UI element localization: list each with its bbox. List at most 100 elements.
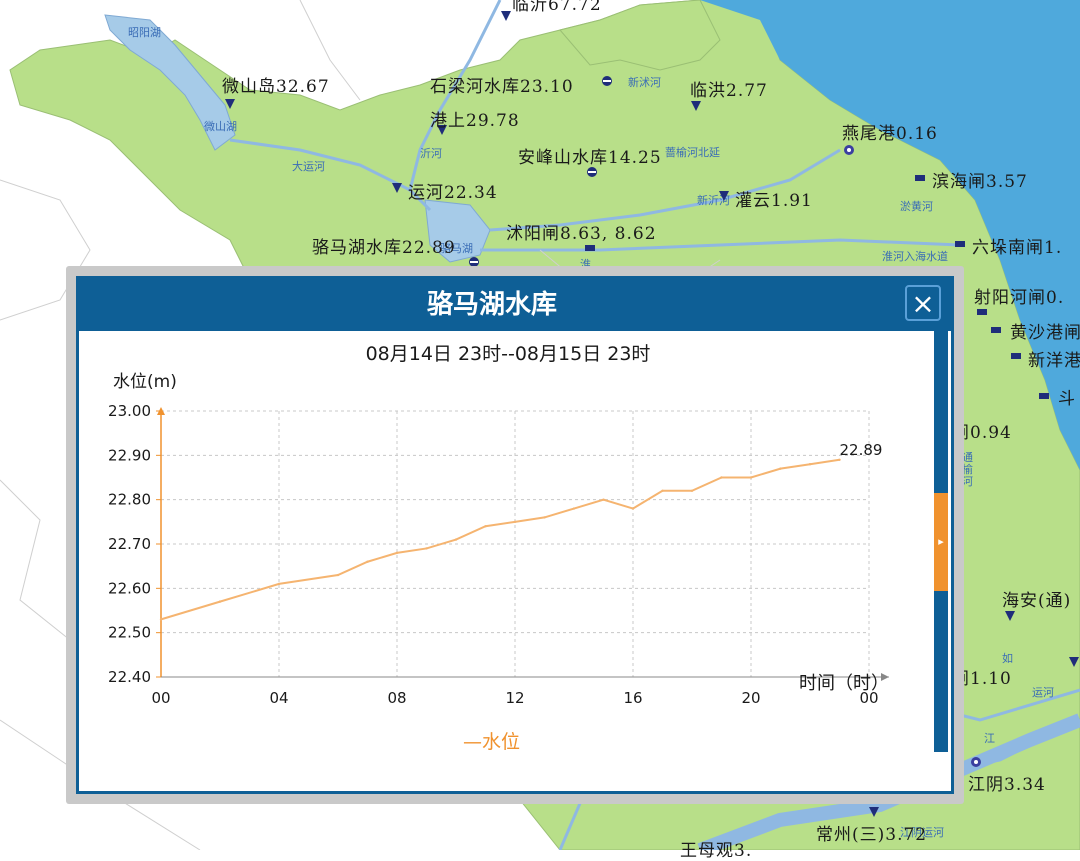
sluice-icon[interactable]: [990, 324, 1002, 336]
data-point: [336, 573, 340, 577]
data-point: [277, 582, 281, 586]
y-tick-label: 22.50: [108, 624, 151, 642]
station-label[interactable]: 海安(通): [1002, 586, 1071, 611]
x-tick-label: 12: [505, 689, 524, 707]
station-label[interactable]: 滨海闸3.57: [932, 167, 1028, 192]
station-label[interactable]: 黄沙港闸: [1010, 318, 1080, 343]
data-point: [572, 507, 576, 510]
station-triangle-icon[interactable]: [718, 190, 730, 202]
station-label[interactable]: 石梁河水库23.10: [430, 72, 574, 97]
station-triangle-icon[interactable]: [868, 806, 880, 818]
data-point: [513, 520, 517, 524]
data-point: [602, 498, 605, 501]
tide-station-icon[interactable]: [970, 756, 982, 768]
water-label: 淤黄河: [900, 200, 933, 213]
water-level-chart: 水位(m) 22.40 22.50 22.60 22.70 22.80 22.90 23.0…: [108, 372, 889, 707]
legend-line-icon: —: [463, 731, 482, 753]
x-tick-label: 04: [269, 689, 288, 707]
data-point: [690, 489, 694, 492]
y-tick-label: 22.80: [108, 491, 151, 509]
station-label[interactable]: 新洋港: [1028, 346, 1080, 371]
water-label: 新沭河: [628, 76, 661, 89]
station-triangle-icon[interactable]: [690, 100, 702, 112]
close-button[interactable]: ×: [905, 285, 941, 321]
water-label: 运河: [1032, 686, 1054, 699]
water-label: 蔷榆河北延: [665, 146, 720, 159]
expand-panel-button[interactable]: ▸: [934, 493, 948, 591]
data-point: [720, 476, 723, 479]
data-point: [838, 458, 841, 461]
y-tick-label: 23.00: [108, 402, 151, 420]
y-axis-label: 水位(m): [113, 372, 177, 392]
y-axis-ticks: 22.40 22.50 22.60 22.70 22.80 22.90 23.00: [108, 402, 161, 686]
sluice-icon[interactable]: [954, 238, 966, 250]
data-point: [661, 489, 664, 492]
station-popup: 骆马湖水库 × ▸ 08月14日 23时--08月15日 23时 水位(m) 2…: [76, 276, 954, 794]
station-triangle-icon[interactable]: [1004, 610, 1016, 622]
y-tick-label: 22.40: [108, 668, 151, 686]
water-label: 江: [984, 732, 995, 745]
station-label[interactable]: 安峰山水库14.25: [518, 143, 662, 168]
station-label[interactable]: 常州(三)3.72: [816, 820, 927, 845]
station-label[interactable]: 港上29.78: [430, 106, 520, 131]
data-point: [159, 618, 163, 621]
y-tick-label: 22.70: [108, 535, 151, 553]
station-label[interactable]: 临沂67.72: [512, 0, 602, 15]
station-triangle-icon[interactable]: [500, 10, 512, 22]
popup-title: 骆马湖水库: [426, 290, 557, 320]
x-tick-label: 00: [151, 689, 170, 707]
data-point: [484, 525, 487, 528]
station-label[interactable]: 斗: [1058, 384, 1076, 409]
station-triangle-icon[interactable]: [391, 182, 403, 194]
station-label[interactable]: 沭阳闸8.63, 8.62: [506, 219, 657, 244]
y-tick-label: 22.60: [108, 579, 151, 597]
data-point: [808, 463, 812, 466]
data-label-last: 22.89: [840, 441, 883, 459]
station-triangle-icon[interactable]: [224, 98, 236, 110]
station-label[interactable]: 射阳河闸0.: [974, 283, 1064, 308]
data-point: [395, 551, 399, 555]
x-axis-label: 时间（时）: [799, 673, 889, 694]
chart-legend[interactable]: —水位: [463, 727, 520, 754]
data-point: [631, 507, 635, 510]
station-label[interactable]: 六垛南闸1.: [972, 233, 1062, 258]
water-label: 微山湖: [204, 120, 237, 133]
data-point: [779, 467, 782, 470]
station-label[interactable]: 江阴3.34: [968, 770, 1046, 795]
water-label: 沂河: [420, 147, 442, 160]
sluice-icon[interactable]: [1010, 350, 1022, 362]
data-point: [425, 547, 428, 550]
sluice-icon[interactable]: [1038, 390, 1050, 402]
chart-grid: [160, 410, 870, 677]
y-tick-label: 22.90: [108, 446, 151, 464]
x-axis-ticks: 00 04 08 12 16 20 00: [151, 689, 878, 707]
series-points: [159, 458, 841, 621]
station-label[interactable]: 微山岛32.67: [222, 72, 330, 97]
station-label[interactable]: 骆马湖水库22.89: [312, 233, 456, 258]
station-label[interactable]: 灌云1.91: [735, 186, 813, 211]
tide-station-icon[interactable]: [843, 144, 855, 156]
station-label[interactable]: 运河22.34: [408, 178, 498, 203]
x-tick-label: 20: [741, 689, 760, 707]
station-triangle-icon[interactable]: [1068, 656, 1080, 668]
water-label: 昭阳湖: [128, 26, 161, 39]
data-point: [454, 538, 458, 541]
sluice-icon[interactable]: [914, 172, 926, 184]
station-label[interactable]: 临洪2.77: [690, 76, 768, 101]
legend-series-name: 水位: [482, 731, 521, 753]
data-point: [218, 600, 222, 603]
water-label: 大运河: [292, 160, 325, 173]
data-point: [543, 516, 546, 519]
series-line-水位: [160, 458, 840, 621]
data-point: [366, 560, 369, 563]
popup-header: 骆马湖水库 ×: [79, 279, 951, 331]
reservoir-icon[interactable]: [601, 75, 613, 87]
station-label[interactable]: 燕尾港0.16: [842, 119, 938, 144]
data-point: [749, 476, 753, 479]
water-label: 淮河入海水道: [882, 250, 948, 263]
x-tick-label: 16: [623, 689, 642, 707]
chart-time-range: 08月14日 23时--08月15日 23时: [365, 343, 651, 365]
x-tick-label: 08: [387, 689, 406, 707]
water-label: 通榆河: [962, 451, 973, 488]
station-label[interactable]: 王母观3.: [680, 836, 752, 861]
